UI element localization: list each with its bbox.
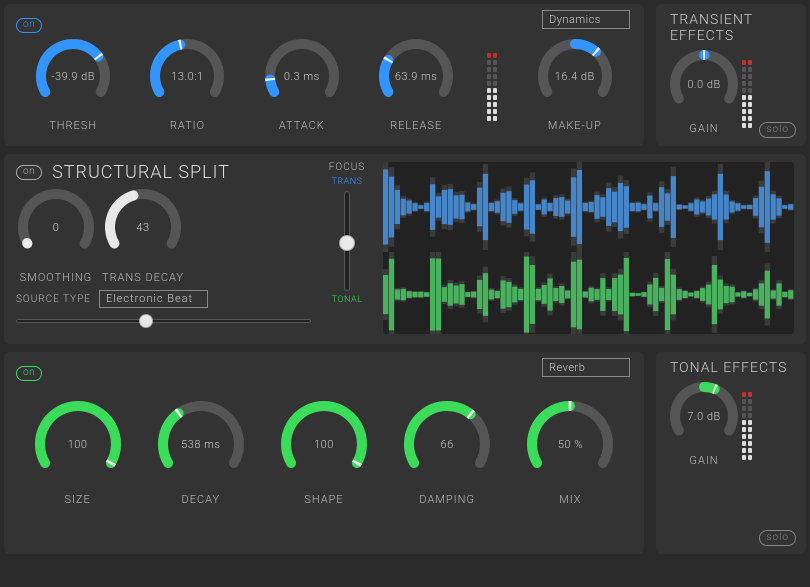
- tonal-knob-row: 100 SIZE 538 ms DECAY 100 SHAPE 66 DAMPING 5…: [16, 399, 632, 506]
- knob-label: DECAY: [181, 493, 220, 506]
- knob-col-thresh: -39.9 dB THRESH: [34, 37, 112, 132]
- knob-gain[interactable]: 0.0 dB: [668, 48, 740, 120]
- source-type-label: SOURCE TYPE: [16, 294, 91, 305]
- transient-gain-label: GAIN: [689, 122, 718, 135]
- knob-col-trans-decay: 43 TRANS DECAY: [102, 187, 184, 284]
- knob-ratio[interactable]: 13.0:1: [148, 37, 226, 115]
- structural-on-toggle[interactable]: on: [16, 165, 42, 180]
- transient-preset-select[interactable]: Dynamics: [542, 10, 630, 29]
- focus-tonal-label: TONAL: [332, 295, 363, 305]
- knob-label: SHAPE: [304, 493, 343, 506]
- knob-mix[interactable]: 50 %: [525, 399, 615, 489]
- knob-size[interactable]: 100: [33, 399, 123, 489]
- knob-label: SMOOTHING: [20, 271, 92, 284]
- knob-label: MIX: [559, 493, 581, 506]
- tonal-effects-side-panel: TONAL EFFECTS 7.0 dB GAIN solo: [656, 352, 806, 554]
- tonal-gain-label: GAIN: [689, 454, 718, 467]
- knob-thresh[interactable]: -39.9 dB: [34, 37, 112, 115]
- knob-label: TRANS DECAY: [102, 271, 184, 284]
- knob-label: SIZE: [64, 493, 90, 506]
- knob-label: RELEASE: [390, 119, 442, 132]
- knob-label: THRESH: [49, 119, 97, 132]
- source-type-select[interactable]: Electronic Beat: [99, 290, 208, 308]
- knob-trans-decay[interactable]: 43: [103, 187, 183, 267]
- knob-label: ATTACK: [279, 119, 325, 132]
- transient-solo-button[interactable]: solo: [759, 122, 796, 138]
- knob-decay[interactable]: 538 ms: [156, 399, 246, 489]
- focus-label: FOCUS: [329, 162, 365, 173]
- knob-label: DAMPING: [419, 493, 475, 506]
- knob-col-size: 100 SIZE: [33, 399, 123, 506]
- knob-gain[interactable]: 7.0 dB: [668, 380, 740, 452]
- tonal-preset-select[interactable]: Reverb: [542, 358, 630, 377]
- knob-release[interactable]: 63.9 ms: [377, 37, 455, 115]
- transient-output-meter: [742, 56, 752, 128]
- tonal-reverb-panel: on Reverb 100 SIZE 538 ms DECAY 100 SHAPE 6…: [4, 352, 644, 554]
- knob-col-make-up: 16.4 dB MAKE-UP: [536, 37, 614, 132]
- knob-make-up[interactable]: 16.4 dB: [536, 37, 614, 115]
- knob-col-shape: 100 SHAPE: [279, 399, 369, 506]
- transient-knob-row: -39.9 dBTHRESH 13.0:1RATIO 0.3 msATTACK …: [16, 37, 632, 132]
- gain-reduction-meter: [487, 49, 497, 121]
- knob-col-smoothing: 0 SMOOTHING: [16, 187, 96, 284]
- transient-effects-title: TRANSIENT EFFECTS: [670, 12, 794, 44]
- tonal-effects-title: TONAL EFFECTS: [670, 360, 794, 376]
- waveform-display: [383, 162, 794, 334]
- knob-smoothing[interactable]: 0: [16, 187, 96, 267]
- knob-col-damping: 66 DAMPING: [402, 399, 492, 506]
- knob-col-ratio: 13.0:1 RATIO: [148, 37, 226, 132]
- tonal-output-meter: [742, 388, 752, 460]
- focus-trans-label: TRANS: [332, 177, 363, 187]
- structural-split-title: STRUCTURAL SPLIT: [52, 162, 230, 183]
- structural-split-panel: on STRUCTURAL SPLIT 0 SMOOTHING 43 TRANS D…: [4, 154, 806, 344]
- knob-col-release: 63.9 ms RELEASE: [377, 37, 455, 132]
- transient-effects-side-panel: TRANSIENT EFFECTS 0.0 dB GAIN solo: [656, 4, 806, 146]
- knob-damping[interactable]: 66: [402, 399, 492, 489]
- source-slider[interactable]: [16, 314, 311, 328]
- knob-col-attack: 0.3 ms ATTACK: [263, 37, 341, 132]
- tonal-solo-button[interactable]: solo: [759, 530, 796, 546]
- transient-dynamics-panel: on Dynamics -39.9 dB THRESH 13.0:1 RATIO 0…: [4, 4, 644, 146]
- tonal-on-toggle[interactable]: on: [16, 366, 42, 381]
- knob-label: RATIO: [170, 119, 205, 132]
- focus-slider-column: FOCUS TRANS TONAL: [319, 162, 375, 334]
- knob-attack[interactable]: 0.3 ms: [263, 37, 341, 115]
- knob-shape[interactable]: 100: [279, 399, 369, 489]
- knob-label: MAKE-UP: [548, 119, 602, 132]
- knob-col-decay: 538 ms DECAY: [156, 399, 246, 506]
- focus-slider[interactable]: [344, 191, 350, 291]
- transient-on-toggle[interactable]: on: [16, 18, 42, 33]
- knob-col-mix: 50 % MIX: [525, 399, 615, 506]
